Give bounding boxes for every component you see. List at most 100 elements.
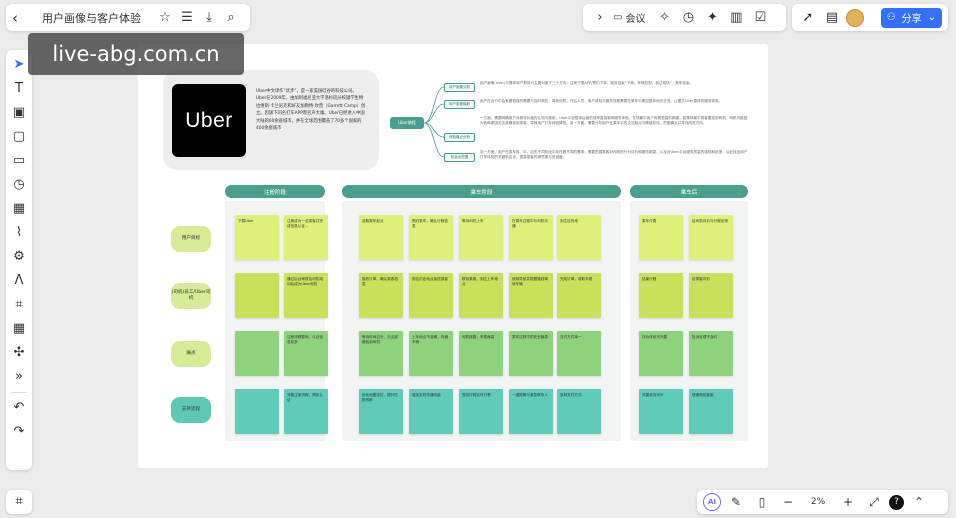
note-text: 完成订单，收取车费	[560, 277, 593, 281]
left-toolbar: ➤ T ▣ ▢ ▭ ◷ ▦ ⌇ ⚙ Λ ⌗ ▦ ✣ » ↶ ↷	[6, 50, 32, 470]
timer-icon[interactable]: ◷	[677, 10, 699, 25]
sticky-note[interactable]: 一键报警与紧急联系人	[509, 389, 553, 434]
menu-icon[interactable]: ☰	[176, 10, 198, 25]
phase-header[interactable]: 注册阶段	[225, 185, 325, 198]
select-cursor-icon[interactable]: ➤	[14, 56, 25, 74]
sticky-note[interactable]: 到达目的地	[557, 215, 601, 260]
sticky-note[interactable]: 给司机评价与行程反馈	[689, 215, 733, 260]
row-label[interactable]: 支持流程	[171, 397, 211, 423]
intro-description[interactable]: Uber中文译作“优步”，是一家美国硅谷的科技公司。Uber在2009年，由加利…	[256, 88, 366, 132]
pen-icon[interactable]: Λ	[15, 272, 24, 290]
sticky-note[interactable]: 选取乘车起点	[359, 215, 403, 260]
sticky-note[interactable]: 评价体系不完善	[639, 331, 683, 376]
fit-frame-button[interactable]: ⌗	[6, 490, 32, 514]
sticky-note[interactable]: 使用导航并根据路线驾驶车辆	[509, 273, 553, 318]
mindmap-node[interactable]: 体验痛点分析	[444, 133, 475, 142]
mindmap-icon[interactable]: ⚙	[13, 248, 25, 266]
sticky-note-icon[interactable]: ▢	[13, 128, 25, 146]
zoom-in-icon[interactable]: +	[837, 495, 859, 509]
note-text: 预约乘车，确认行程信息	[412, 219, 448, 228]
sticky-note[interactable]: 给乘客评价	[689, 273, 733, 318]
sticky-note[interactable]: 增加实时沟通功能	[409, 389, 453, 434]
sticky-note[interactable]: 接收订单，确认乘客信息	[359, 273, 403, 318]
undo-icon[interactable]: ↶	[14, 399, 25, 417]
sticky-note[interactable]: 乘车过程中的安全隐患	[509, 331, 553, 376]
redo-icon[interactable]: ↷	[14, 423, 25, 441]
sticky-note[interactable]: 多种支付方式	[557, 389, 601, 434]
sticky-note[interactable]: 提供行程实时分享	[459, 389, 503, 434]
sticky-note[interactable]: 注册流程繁琐，认证信息较多	[284, 331, 328, 376]
sticky-note[interactable]	[235, 273, 279, 318]
comment-tool-icon[interactable]: ▭	[13, 152, 25, 170]
note-text: 评价体系不完善	[642, 335, 668, 339]
meeting-button[interactable]: ▭ 会议	[613, 10, 645, 25]
mindmap-description: 一方面，需要明确用户对服务价值的认知与使用，Uber平台整体运营的效率直接影响服…	[480, 116, 748, 125]
crop-icon[interactable]: ⌗	[15, 296, 22, 314]
video-camera-icon: ▭	[613, 12, 623, 23]
zoom-controls: AI ✎ ▯ − 2% + ⤢ ? ⌃	[697, 490, 948, 514]
doc-title[interactable]: 用户画像与客户体验	[42, 10, 154, 26]
calendar-icon[interactable]: ☑	[749, 10, 771, 25]
phase-header[interactable]: 乘车阶段	[342, 185, 621, 198]
sticky-note[interactable]: 下载Uber	[235, 215, 279, 260]
sticky-note[interactable]: 前往约定地点接送乘客	[409, 273, 453, 318]
laser-icon[interactable]: ✦	[701, 10, 723, 25]
share-button[interactable]: ⚇ 分享 ⌄	[880, 7, 942, 28]
table-tool-icon[interactable]: ▦	[13, 200, 25, 218]
sticky-note[interactable]: 上车地点不准确，沟通不畅	[409, 331, 453, 376]
mindmap-root[interactable]: Uber旅程	[390, 117, 424, 129]
cursor-follow-icon[interactable]: ➚	[798, 10, 818, 25]
sticky-note[interactable]: 完善双向评价	[639, 389, 683, 434]
row-label[interactable]: 用户目标	[171, 226, 211, 252]
sticky-note[interactable]: 优化地图定位，提升匹配效率	[359, 389, 403, 434]
timer-tool-icon[interactable]: ◷	[13, 176, 24, 194]
sticky-note[interactable]: 等待司机上车	[459, 215, 503, 260]
fit-screen-icon[interactable]: ⤢	[863, 495, 885, 510]
chart-icon[interactable]: ▥	[725, 10, 747, 25]
sticky-note[interactable]: 投诉处理不及时	[689, 331, 733, 376]
sticky-note[interactable]: 完善注册流程，简化认证	[284, 389, 328, 434]
more-icon[interactable]: »	[15, 368, 23, 386]
sticky-note[interactable]: 司机绕路，车费偏高	[459, 331, 503, 376]
zoom-out-icon[interactable]: −	[777, 495, 799, 509]
sticky-note[interactable]: 通过后台审核及司机培训后成为Uber司机	[284, 273, 328, 318]
star-icon[interactable]: ☆	[154, 10, 176, 25]
text-tool-icon[interactable]: T	[15, 80, 23, 98]
row-label[interactable]: 痛点	[171, 341, 211, 367]
sticky-note[interactable]: 快速响应客服	[689, 389, 733, 434]
connector-icon[interactable]: ⌇	[16, 224, 22, 242]
pen-draw-icon[interactable]: ✎	[725, 495, 747, 509]
chevron-right-icon[interactable]: ›	[589, 10, 611, 25]
sticky-note[interactable]: 完成订单，收取车费	[557, 273, 601, 318]
comment-icon[interactable]: ▤	[822, 10, 842, 25]
sticky-note[interactable]: 乘车付费	[639, 215, 683, 260]
grid-icon[interactable]: ▦	[13, 320, 25, 338]
sticky-note[interactable]: 注册成为一名乘客并完成信息认证...	[284, 215, 328, 260]
mindmap-node[interactable]: 用户旅程映射	[444, 100, 475, 109]
search-icon[interactable]: ⌕	[220, 10, 242, 25]
row-label[interactable]: (司机)员工/Uber司机	[171, 283, 211, 309]
sticky-note[interactable]: 结束行程	[639, 273, 683, 318]
ai-assistant-icon[interactable]: AI	[703, 493, 721, 511]
download-icon[interactable]: ⤓	[198, 10, 220, 25]
collapse-icon[interactable]: ⌃	[908, 495, 930, 509]
map-icon[interactable]: ▯	[751, 495, 773, 509]
sticky-note[interactable]: 预约乘车，确认行程信息	[409, 215, 453, 260]
mindmap-node[interactable]: 用户画像分析	[444, 83, 475, 92]
sticky-note[interactable]: 等待时间过长，无法准确找到司机	[359, 331, 403, 376]
help-icon[interactable]: ?	[889, 494, 904, 510]
sticky-note[interactable]	[235, 331, 279, 376]
sticky-note[interactable]: 联系乘客，到达上车地点	[459, 273, 503, 318]
zoom-level[interactable]: 2%	[803, 497, 833, 507]
uber-logo[interactable]: Uber	[172, 84, 246, 157]
frame-tool-icon[interactable]: ▣	[13, 104, 25, 122]
magic-wand-icon[interactable]: ✧	[653, 10, 675, 25]
sticky-note[interactable]: 在乘车过程中与司机沟通	[509, 215, 553, 260]
back-arrow-icon[interactable]: ‹	[12, 9, 32, 27]
phase-header[interactable]: 乘车后	[630, 185, 748, 198]
avatar[interactable]	[846, 8, 864, 27]
sticky-note[interactable]: 支付方式单一	[557, 331, 601, 376]
sticky-note[interactable]	[235, 389, 279, 434]
mindmap-node[interactable]: 机会点挖掘	[444, 153, 475, 162]
nodes-icon[interactable]: ✣	[14, 344, 25, 362]
